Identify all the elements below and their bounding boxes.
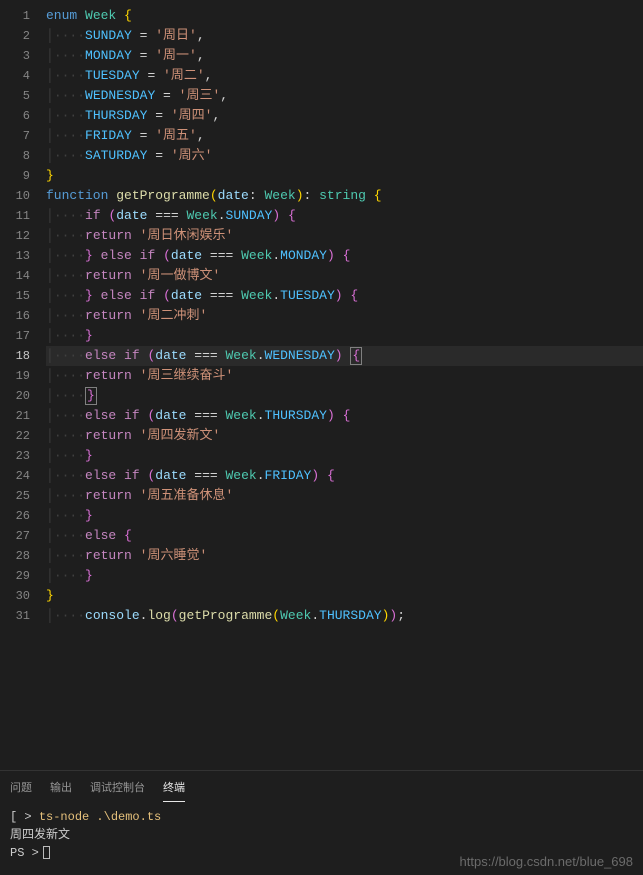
line-number: 2 <box>0 26 30 46</box>
code-line[interactable]: │····} <box>46 506 643 526</box>
line-number: 29 <box>0 566 30 586</box>
panel-tab[interactable]: 输出 <box>50 777 72 802</box>
code-line[interactable]: │····} <box>46 566 643 586</box>
code-line[interactable]: } <box>46 586 643 606</box>
code-line[interactable]: │····TUESDAY = '周二', <box>46 66 643 86</box>
code-line[interactable]: │····SATURDAY = '周六' <box>46 146 643 166</box>
code-line[interactable]: │····return '周三继续奋斗' <box>46 366 643 386</box>
line-number: 9 <box>0 166 30 186</box>
line-number-gutter: 1234567891011121314151617181920212223242… <box>0 0 40 770</box>
line-number: 13 <box>0 246 30 266</box>
code-area[interactable]: enum Week {│····SUNDAY = '周日',│····MONDA… <box>40 0 643 770</box>
code-line[interactable]: │····} else if (date === Week.TUESDAY) { <box>46 286 643 306</box>
code-line[interactable]: │····THURSDAY = '周四', <box>46 106 643 126</box>
terminal-cursor <box>43 846 50 859</box>
code-line[interactable]: │····else if (date === Week.THURSDAY) { <box>46 406 643 426</box>
code-line[interactable]: │····console.log(getProgramme(Week.THURS… <box>46 606 643 626</box>
watermark: https://blog.csdn.net/blue_698 <box>460 854 633 869</box>
line-number: 4 <box>0 66 30 86</box>
line-number: 6 <box>0 106 30 126</box>
code-line[interactable]: │····return '周六睡觉' <box>46 546 643 566</box>
line-number: 24 <box>0 466 30 486</box>
code-line[interactable]: enum Week { <box>46 6 643 26</box>
line-number: 10 <box>0 186 30 206</box>
code-line[interactable]: │····if (date === Week.SUNDAY) { <box>46 206 643 226</box>
code-line[interactable]: │····return '周四发新文' <box>46 426 643 446</box>
code-line[interactable]: │····else if (date === Week.WEDNESDAY) { <box>46 346 643 366</box>
terminal-line: 周四发新文 <box>10 826 633 844</box>
line-number: 22 <box>0 426 30 446</box>
line-number: 31 <box>0 606 30 626</box>
line-number: 17 <box>0 326 30 346</box>
code-line[interactable]: │····return '周五准备休息' <box>46 486 643 506</box>
line-number: 12 <box>0 226 30 246</box>
line-number: 3 <box>0 46 30 66</box>
code-line[interactable]: │····} <box>46 326 643 346</box>
code-line[interactable]: │····} else if (date === Week.MONDAY) { <box>46 246 643 266</box>
code-editor[interactable]: 1234567891011121314151617181920212223242… <box>0 0 643 770</box>
code-line[interactable]: │····} <box>46 446 643 466</box>
line-number: 20 <box>0 386 30 406</box>
line-number: 1 <box>0 6 30 26</box>
panel-tab[interactable]: 终端 <box>163 777 185 802</box>
line-number: 28 <box>0 546 30 566</box>
code-line[interactable]: │····SUNDAY = '周日', <box>46 26 643 46</box>
line-number: 26 <box>0 506 30 526</box>
code-line[interactable]: │····MONDAY = '周一', <box>46 46 643 66</box>
code-line[interactable]: │····else if (date === Week.FRIDAY) { <box>46 466 643 486</box>
line-number: 21 <box>0 406 30 426</box>
line-number: 27 <box>0 526 30 546</box>
code-line[interactable]: function getProgramme(date: Week): strin… <box>46 186 643 206</box>
line-number: 5 <box>0 86 30 106</box>
line-number: 25 <box>0 486 30 506</box>
line-number: 23 <box>0 446 30 466</box>
panel-tabs: 问题输出调试控制台终端 <box>0 771 643 802</box>
line-number: 18 <box>0 346 30 366</box>
line-number: 7 <box>0 126 30 146</box>
line-number: 19 <box>0 366 30 386</box>
line-number: 8 <box>0 146 30 166</box>
code-line[interactable]: │····return '周二冲刺' <box>46 306 643 326</box>
code-line[interactable]: │····else { <box>46 526 643 546</box>
code-line[interactable]: │····return '周一做博文' <box>46 266 643 286</box>
line-number: 30 <box>0 586 30 606</box>
line-number: 16 <box>0 306 30 326</box>
line-number: 14 <box>0 266 30 286</box>
code-line[interactable]: │····} <box>46 386 643 406</box>
panel-tab[interactable]: 问题 <box>10 777 32 802</box>
code-line[interactable]: │····WEDNESDAY = '周三', <box>46 86 643 106</box>
code-line[interactable]: } <box>46 166 643 186</box>
panel-tab[interactable]: 调试控制台 <box>90 777 145 802</box>
line-number: 15 <box>0 286 30 306</box>
code-line[interactable]: │····FRIDAY = '周五', <box>46 126 643 146</box>
line-number: 11 <box>0 206 30 226</box>
code-line[interactable]: │····return '周日休闲娱乐' <box>46 226 643 246</box>
terminal-line: [ > ts-node .\demo.ts <box>10 808 633 826</box>
